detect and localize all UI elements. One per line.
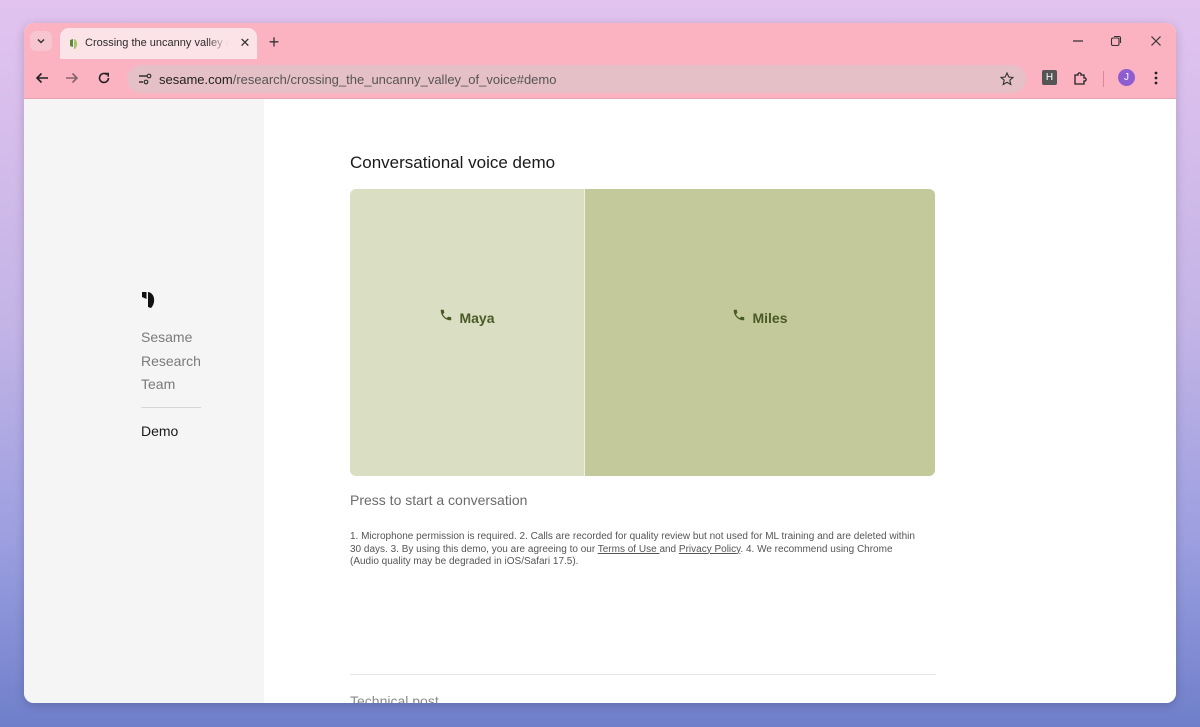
sidebar-item-team[interactable]: Team: [141, 376, 175, 392]
tab-title: Crossing the uncanny valley of voice: [85, 37, 228, 49]
terms-of-use-link[interactable]: Terms of Use: [598, 544, 660, 555]
main-content: Conversational voice demo Maya Miles Pre…: [264, 99, 1176, 703]
sidebar-divider: [141, 407, 201, 408]
sesame-logo-icon[interactable]: [141, 291, 157, 314]
new-tab-icon[interactable]: +: [264, 32, 284, 52]
more-menu-icon[interactable]: [1146, 68, 1166, 88]
profile-avatar[interactable]: J: [1118, 69, 1135, 86]
restore-icon[interactable]: [1106, 31, 1126, 51]
extensions-puzzle-icon[interactable]: [1070, 68, 1090, 88]
tab-search-icon[interactable]: [30, 31, 52, 51]
minimize-icon[interactable]: [1068, 31, 1088, 51]
sesame-favicon-icon: [69, 37, 79, 55]
site-settings-icon[interactable]: [135, 69, 155, 89]
close-window-icon[interactable]: [1146, 31, 1166, 51]
url-host: sesame.com: [159, 72, 233, 87]
reload-icon[interactable]: [94, 68, 114, 88]
phone-icon: [732, 308, 746, 327]
miles-label: Miles: [752, 309, 788, 326]
phone-icon: [439, 308, 453, 327]
maya-call-button[interactable]: Maya: [350, 189, 585, 476]
browser-window: Crossing the uncanny valley of voice ✕ +…: [24, 23, 1176, 703]
technical-post-heading: Technical post: [350, 693, 439, 703]
sidebar-item-demo[interactable]: Demo: [141, 423, 178, 439]
browser-tab[interactable]: Crossing the uncanny valley of voice ✕: [60, 28, 257, 59]
maya-label: Maya: [459, 309, 495, 326]
section-divider: [350, 674, 936, 675]
privacy-policy-link[interactable]: Privacy Policy: [679, 544, 741, 555]
forward-arrow-icon[interactable]: [62, 68, 82, 88]
sidebar-nav: Sesame Research Team Demo: [24, 99, 264, 703]
back-arrow-icon[interactable]: [32, 68, 52, 88]
tab-close-icon[interactable]: ✕: [237, 35, 253, 51]
section-heading: Conversational voice demo: [350, 153, 556, 172]
miles-call-button[interactable]: Miles: [585, 189, 935, 476]
notes-and: and: [659, 543, 679, 555]
url-text[interactable]: sesame.com/research/crossing_the_uncanny…: [159, 72, 556, 87]
extension-h-icon[interactable]: H: [1042, 70, 1057, 85]
bookmark-star-icon[interactable]: [997, 69, 1017, 89]
url-path: /research/crossing_the_uncanny_valley_of…: [232, 72, 557, 87]
title-bar: Crossing the uncanny valley of voice ✕ +: [24, 23, 1176, 59]
demo-notes: 1. Microphone permission is required. 2.…: [350, 531, 920, 569]
voice-demo-panels: Maya Miles: [350, 189, 935, 476]
toolbar-divider: [1103, 71, 1104, 87]
sidebar-item-sesame[interactable]: Sesame: [141, 329, 192, 345]
press-to-start-text: Press to start a conversation: [350, 492, 528, 508]
address-bar[interactable]: sesame.com/research/crossing_the_uncanny…: [127, 65, 1026, 93]
sidebar-item-research[interactable]: Research: [141, 353, 201, 369]
